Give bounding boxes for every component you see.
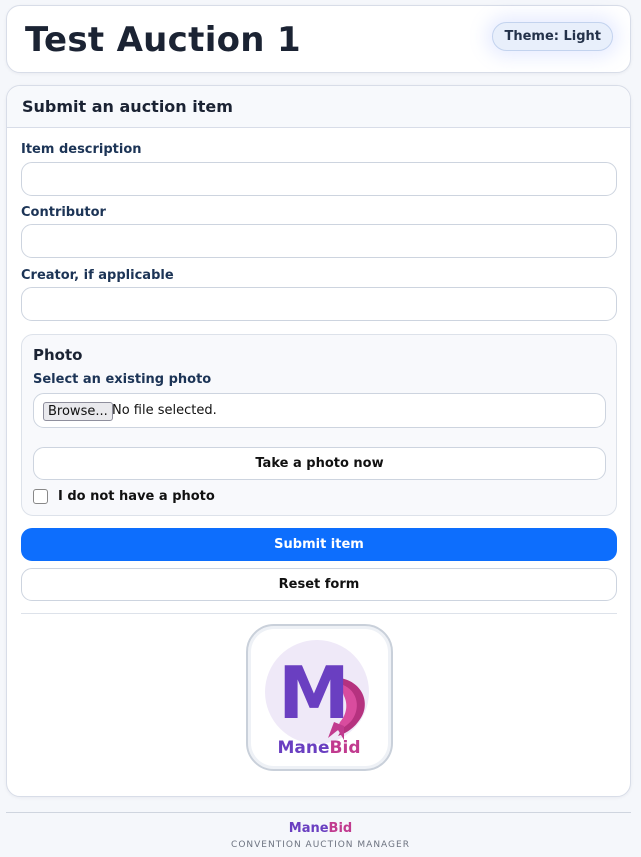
footer-divider xyxy=(6,812,631,813)
manebid-logo-icon: M ManeBid xyxy=(265,640,369,758)
submit-item-button[interactable]: Submit item xyxy=(21,528,617,561)
footer-brand-bid: Bid xyxy=(328,821,353,836)
take-photo-button[interactable]: Take a photo now xyxy=(33,447,606,480)
item-description-label: Item description xyxy=(21,142,142,157)
select-photo-label: Select an existing photo xyxy=(33,372,212,387)
photo-heading: Photo xyxy=(33,346,83,364)
contributor-label: Contributor xyxy=(21,205,106,220)
page-title: Test Auction 1 xyxy=(25,20,301,60)
creator-label: Creator, if applicable xyxy=(21,268,174,283)
footer-brand-mane: Mane xyxy=(288,821,329,836)
logo-wordmark-mane: Mane xyxy=(278,738,330,758)
svg-text:ManeBid: ManeBid xyxy=(278,738,361,758)
submit-item-card: Submit an auction item Item description … xyxy=(6,85,631,797)
card-heading: Submit an auction item xyxy=(7,86,630,128)
manebid-logo: M ManeBid xyxy=(246,624,393,771)
no-photo-label[interactable]: I do not have a photo xyxy=(58,489,215,504)
reset-form-button[interactable]: Reset form xyxy=(21,568,617,601)
divider xyxy=(21,613,617,614)
file-status-text: No file selected. xyxy=(112,403,217,418)
contributor-input[interactable] xyxy=(21,224,617,258)
browse-button[interactable]: Browse... xyxy=(43,402,113,421)
creator-input[interactable] xyxy=(21,287,617,321)
photo-section: Photo Select an existing photo Browse...… xyxy=(21,334,617,516)
logo-letter: M xyxy=(278,651,350,735)
app-header: Test Auction 1 Theme: Light xyxy=(6,5,631,73)
footer-brand: ManeBid xyxy=(0,821,641,836)
theme-toggle-button[interactable]: Theme: Light xyxy=(492,22,613,51)
logo-wordmark-bid: Bid xyxy=(330,738,361,758)
item-description-input[interactable] xyxy=(21,162,617,196)
footer-tagline: CONVENTION AUCTION MANAGER xyxy=(231,840,410,850)
no-photo-checkbox[interactable] xyxy=(33,489,48,504)
file-input[interactable]: Browse... No file selected. xyxy=(33,393,606,428)
